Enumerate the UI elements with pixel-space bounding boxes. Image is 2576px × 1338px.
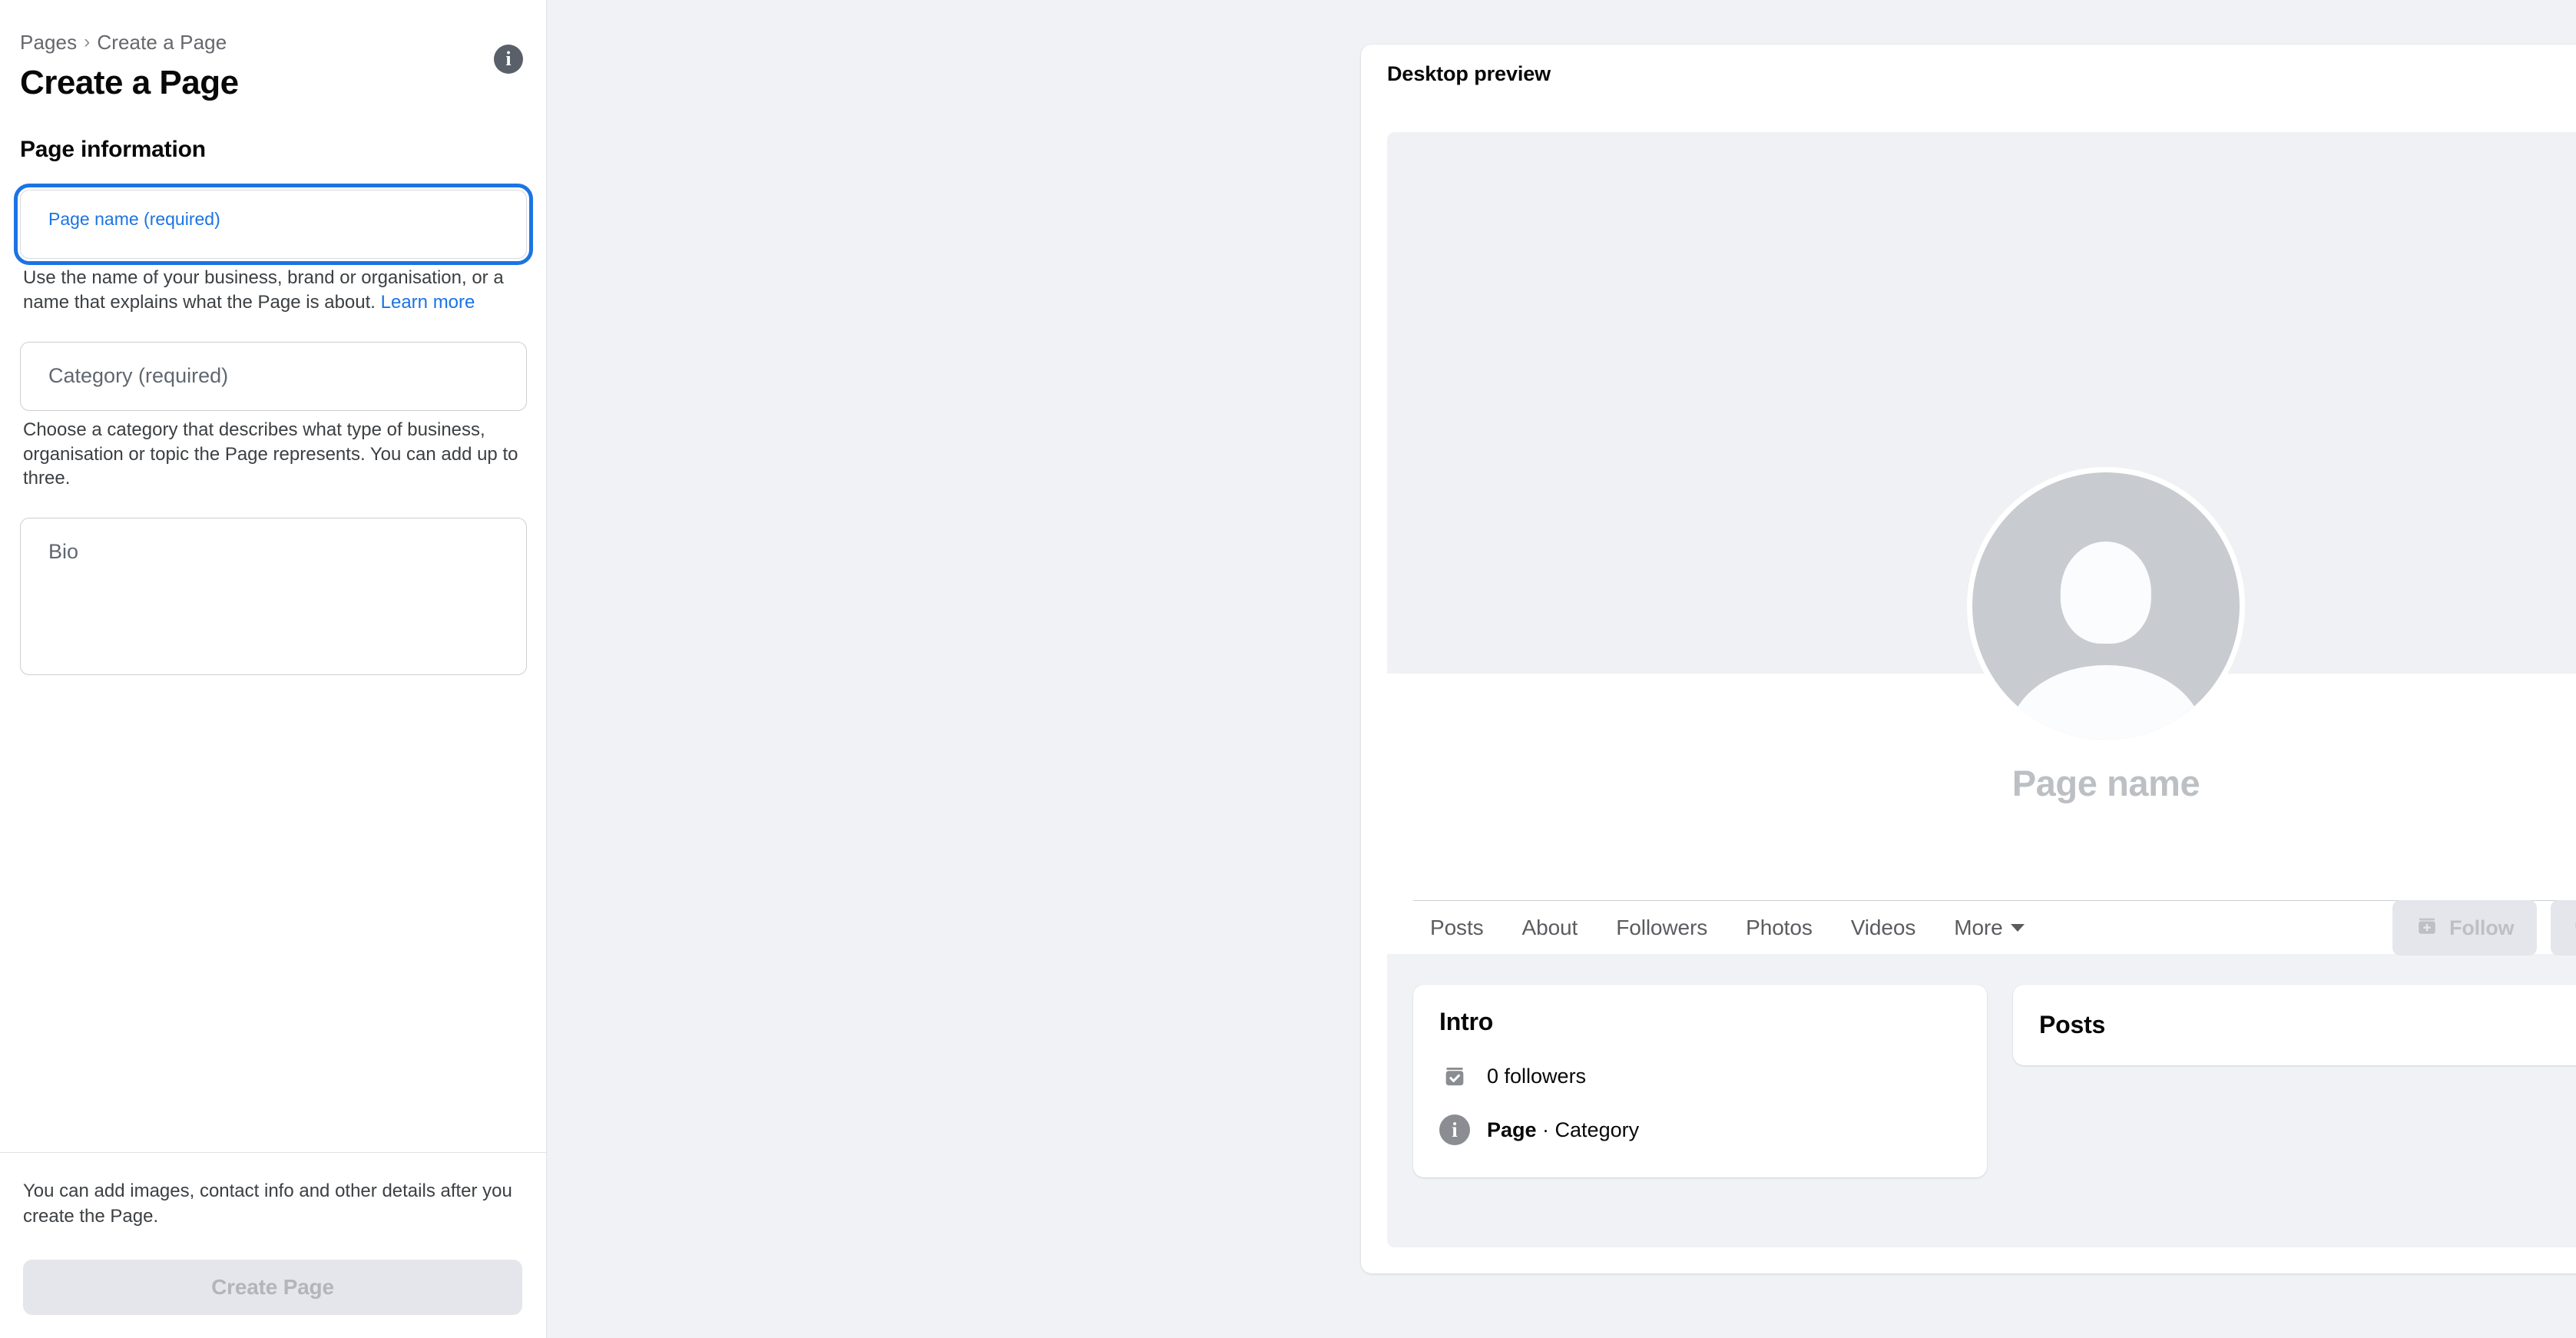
page-name-input[interactable]: Page name (required) [14,183,533,265]
tab-posts-label: Posts [1430,916,1484,939]
create-page-screen: Pages › Create a Page Create a Page i Pa… [0,0,2576,1338]
followers-check-icon [1439,1061,1470,1091]
intro-category-bold: Page [1487,1118,1537,1141]
bio-input[interactable]: Bio [20,518,527,676]
preview-panel-header: Desktop preview [1361,45,2576,103]
category-helper-text: Choose a category that describes what ty… [23,419,518,489]
message-button[interactable]: Message [2551,900,2576,955]
follow-button-label: Follow [2449,916,2515,939]
follow-button[interactable]: Follow [2392,900,2538,955]
chevron-right-icon: › [84,31,91,53]
category-input[interactable]: Category (required) [20,341,527,411]
intro-category-rest: · Category [1536,1118,1640,1141]
profile-tabs: Posts About Followers Photos Videos More [1413,916,2044,940]
sidebar-footer: You can add images, contact info and oth… [0,1152,546,1338]
avatar-body-shape [2009,664,2203,740]
page-name-input-label: Page name (required) [48,208,220,229]
page-title: Create a Page [20,64,239,102]
category-input-label: Category (required) [48,364,229,388]
breadcrumb-parent[interactable]: Pages [20,31,77,55]
tab-more-label: More [1954,916,2003,939]
create-page-sidebar: Pages › Create a Page Create a Page i Pa… [0,0,547,1338]
desktop-preview-panel: Desktop preview Page name Posts About Fo… [1361,45,2576,1273]
avatar-placeholder-icon [1972,472,2240,740]
breadcrumb: Pages › Create a Page [20,31,526,55]
tab-about-label: About [1521,916,1578,939]
intro-row-category: i Page · Category [1439,1114,1961,1145]
bio-input-label: Bio [48,540,79,564]
page-name-field-group: Page name (required) Use the name of you… [14,183,533,315]
tab-videos-label: Videos [1850,916,1916,939]
posts-card: Posts [2013,985,2576,1065]
tab-about[interactable]: About [1503,916,1598,940]
page-name-helper-text: Use the name of your business, brand or … [23,266,530,315]
intro-card: Intro 0 followers i Page · Category [1413,985,1987,1177]
tab-more[interactable]: More [1935,916,2043,940]
sidebar-scroll-area: Pages › Create a Page Create a Page i Pa… [0,0,546,1152]
profile-action-buttons: Follow Message ••• [2392,900,2576,955]
follow-plus-icon [2415,914,2439,942]
preview-content-columns: Intro 0 followers i Page · Category Post… [1413,985,2576,1177]
info-icon[interactable]: i [494,45,523,74]
page-name-preview: Page name [2011,763,2200,803]
chevron-down-icon [2010,924,2025,932]
create-page-button[interactable]: Create Page [23,1260,522,1315]
page-name-preview-row: Page name [1387,762,2576,804]
tab-posts[interactable]: Posts [1413,916,1503,940]
posts-card-title: Posts [2039,1011,2106,1038]
tab-photos[interactable]: Photos [1727,916,1832,940]
section-heading-page-information: Page information [20,136,206,162]
sidebar-footer-note: You can add images, contact info and oth… [23,1181,512,1227]
fake-page-surface: Page name Posts About Followers Photos V… [1387,132,2576,1247]
preview-area: Desktop preview Page name Posts About Fo… [547,0,2576,1338]
page-name-learn-more-link[interactable]: Learn more [381,292,475,313]
tab-videos[interactable]: Videos [1832,916,1935,940]
intro-followers-text: 0 followers [1487,1064,1587,1088]
tab-photos-label: Photos [1746,916,1813,939]
intro-category-text: Page · Category [1487,1118,1639,1142]
tab-followers[interactable]: Followers [1597,916,1727,940]
bio-field-group: Bio [20,518,527,676]
info-circle-icon: i [1439,1114,1470,1145]
profile-tabs-row: Posts About Followers Photos Videos More [1387,900,2576,955]
category-field-group: Category (required) Choose a category th… [20,341,527,492]
avatar[interactable] [1967,467,2245,745]
breadcrumb-current: Create a Page [97,31,227,54]
tab-followers-label: Followers [1616,916,1708,939]
intro-row-followers: 0 followers [1439,1061,1961,1091]
intro-card-title: Intro [1439,1008,1494,1035]
preview-header-title: Desktop preview [1387,61,1551,85]
avatar-head-shape [2060,541,2152,644]
